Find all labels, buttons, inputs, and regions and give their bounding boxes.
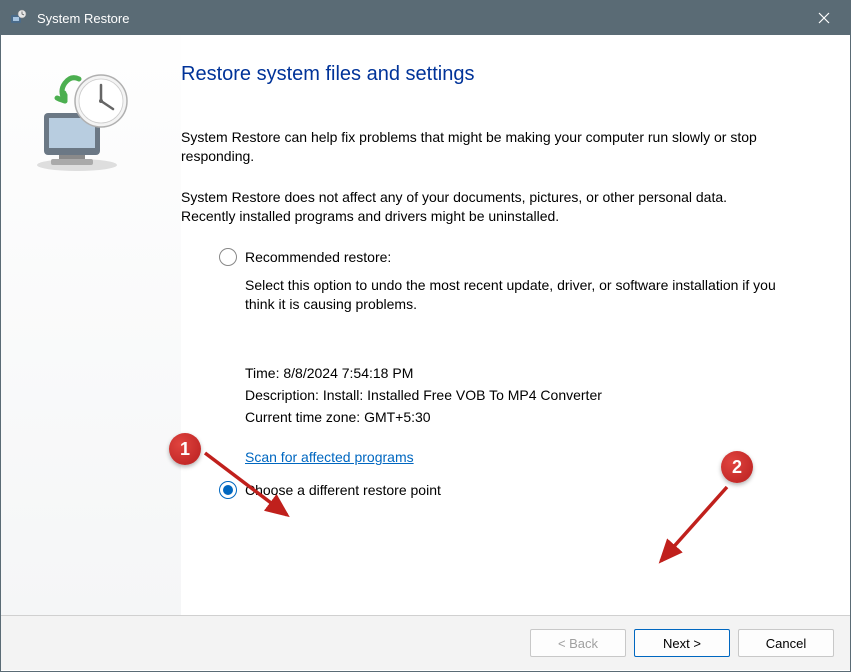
detail-timezone: Current time zone: GMT+5:30 <box>245 409 782 425</box>
desc-value: Install: Installed Free VOB To MP4 Conve… <box>323 387 602 403</box>
intro-paragraph-2: System Restore does not affect any of yo… <box>181 188 782 226</box>
content-area: Restore system files and settings System… <box>1 35 850 615</box>
app-icon <box>9 9 27 27</box>
scan-affected-programs-link[interactable]: Scan for affected programs <box>245 449 414 465</box>
close-button[interactable] <box>802 3 846 33</box>
tz-label: Current time zone: <box>245 409 360 425</box>
next-button[interactable]: Next > <box>634 629 730 657</box>
recommended-option-block: Recommended restore: Select this option … <box>181 248 782 315</box>
tz-value: GMT+5:30 <box>364 409 431 425</box>
intro-paragraph-1: System Restore can help fix problems tha… <box>181 128 782 166</box>
radio-icon <box>219 248 237 266</box>
detail-time: Time: 8/8/2024 7:54:18 PM <box>245 365 782 381</box>
titlebar: System Restore <box>1 1 850 35</box>
back-button[interactable]: < Back <box>530 629 626 657</box>
desc-label: Description: <box>245 387 319 403</box>
radio-choose-different[interactable]: Choose a different restore point <box>181 481 782 499</box>
side-illustration <box>1 35 181 615</box>
radio-label: Choose a different restore point <box>245 482 441 498</box>
radio-icon <box>219 481 237 499</box>
page-heading: Restore system files and settings <box>181 63 782 86</box>
time-value: 8/8/2024 7:54:18 PM <box>283 365 413 381</box>
radio-recommended-restore[interactable]: Recommended restore: <box>219 248 782 266</box>
restore-point-details: Time: 8/8/2024 7:54:18 PM Description: I… <box>181 365 782 481</box>
cancel-button[interactable]: Cancel <box>738 629 834 657</box>
radio-label: Recommended restore: <box>245 249 391 265</box>
main-pane: Restore system files and settings System… <box>181 35 850 615</box>
footer: < Back Next > Cancel <box>1 616 850 670</box>
restore-clock-icon <box>29 65 139 175</box>
detail-description: Description: Install: Installed Free VOB… <box>245 387 782 403</box>
time-label: Time: <box>245 365 279 381</box>
system-restore-window: System Restore <box>0 0 851 672</box>
recommended-description: Select this option to undo the most rece… <box>245 276 782 315</box>
window-title: System Restore <box>37 11 802 26</box>
